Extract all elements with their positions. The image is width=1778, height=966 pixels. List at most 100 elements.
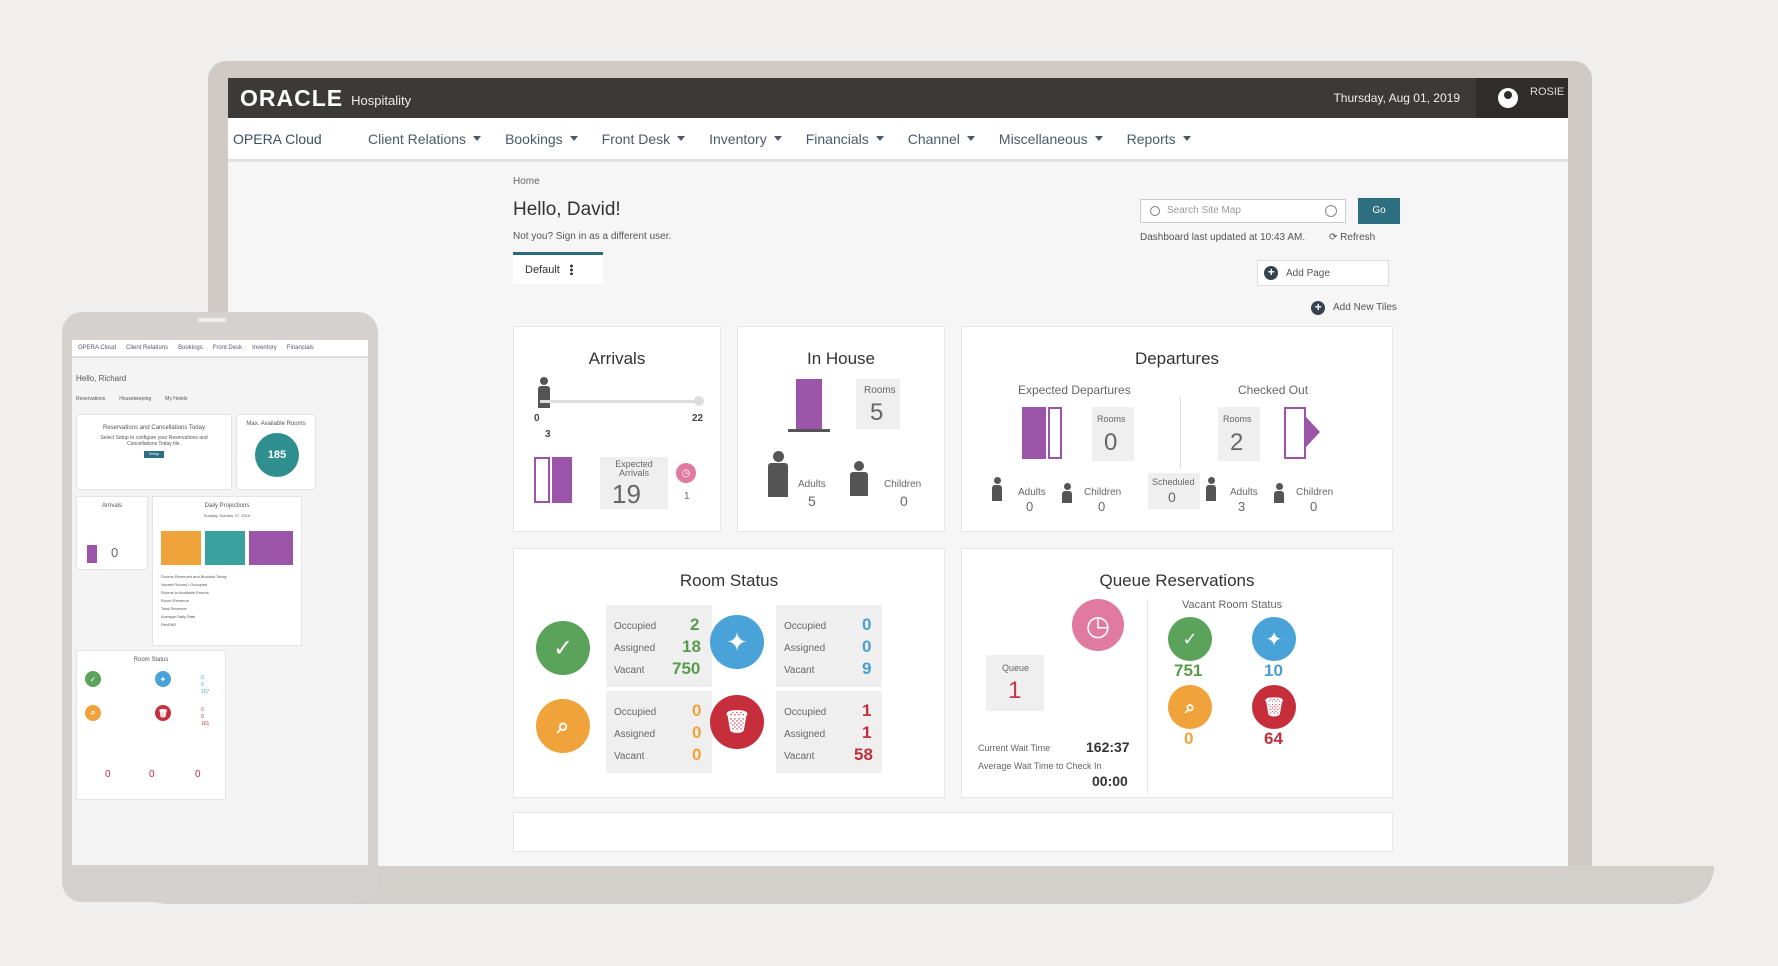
nav-front-desk[interactable]: Front Desk bbox=[602, 131, 686, 147]
arrivals-slider[interactable] bbox=[540, 400, 700, 403]
nav-brand[interactable]: OPERA Cloud bbox=[233, 131, 368, 147]
tablet-nav-item[interactable]: Front Desk bbox=[213, 345, 242, 351]
tablet-proj-bar bbox=[249, 531, 293, 565]
slider-handle[interactable] bbox=[694, 396, 704, 406]
dirty-assigned-value: 1 bbox=[862, 723, 872, 742]
add-page-label: Add Page bbox=[1286, 268, 1330, 279]
tablet-res-text: Select Setup to configure your Reservati… bbox=[100, 435, 208, 447]
clean-vacant-value: 750 bbox=[672, 659, 701, 678]
child-icon bbox=[1274, 483, 1284, 503]
tablet-proj-row: RevPAR bbox=[161, 622, 177, 627]
clear-icon[interactable] bbox=[1325, 205, 1337, 217]
door-icon bbox=[552, 457, 572, 503]
dirty-trash-icon: 🗑 bbox=[1252, 685, 1296, 729]
user-menu[interactable]: ROSIE bbox=[1476, 78, 1568, 118]
tablet-room-status-tile[interactable]: Room Status ✓ ✦ ⌕ 🗑 0 0 107 0 0 161 0 0 … bbox=[76, 650, 226, 800]
queue-value: 1 bbox=[1008, 677, 1022, 704]
room-status-tile[interactable]: Room Status ✓ Occupied Assigned Vacant 2… bbox=[513, 548, 945, 798]
expected-arrivals-value: 19 bbox=[612, 479, 641, 509]
tablet-nav-item[interactable]: Financials bbox=[287, 345, 314, 351]
tablet-arrivals-tile[interactable]: Arrivals 0 bbox=[76, 496, 148, 570]
pickup-vacant-value: 0 bbox=[692, 745, 702, 764]
departures-tile[interactable]: Departures Expected Departures Checked O… bbox=[961, 326, 1393, 532]
laptop-screen: ORACLE Hospitality Thursday, Aug 01, 201… bbox=[228, 78, 1568, 866]
checked-out-label: Checked Out bbox=[1238, 383, 1309, 397]
add-new-tiles-link[interactable]: + Add New Tiles bbox=[1311, 301, 1397, 315]
occupied-label: Occupied bbox=[784, 621, 827, 632]
inspected-vacant-value: 9 bbox=[862, 659, 872, 678]
clock-icon: ◷ bbox=[676, 463, 696, 483]
breadcrumb[interactable]: Home bbox=[513, 176, 1413, 187]
occupied-label: Occupied bbox=[614, 707, 657, 718]
tablet-res-title: Reservations and Cancellations Today bbox=[103, 425, 205, 431]
in-house-tile[interactable]: In House Rooms 5 Adults 5 Children 0 bbox=[737, 326, 945, 532]
tablet-room-val: 0 bbox=[201, 675, 204, 681]
tablet-room-val: 107 bbox=[201, 689, 210, 695]
rooms-label: Rooms bbox=[1223, 414, 1252, 424]
tablet-bottom-val: 0 bbox=[149, 769, 155, 780]
adults-value: 5 bbox=[808, 493, 816, 509]
tablet-setup-button[interactable]: Setup bbox=[144, 451, 164, 458]
divider bbox=[1147, 599, 1148, 794]
tablet-nav-item[interactable]: Bookings bbox=[178, 345, 203, 351]
clean-room-clipboard-icon: ✓ bbox=[536, 621, 590, 675]
tablet-max-rooms-tile[interactable]: Max. Available Rooms 185 bbox=[236, 414, 316, 490]
vacant-clean-value: 751 bbox=[1174, 661, 1203, 680]
door-icon bbox=[1022, 407, 1046, 459]
tablet-reservations-tile[interactable]: Reservations and Cancellations Today Sel… bbox=[76, 414, 232, 490]
nav-client-relations[interactable]: Client Relations bbox=[368, 131, 482, 147]
tablet-tab[interactable]: Reservations bbox=[76, 396, 105, 402]
tablet-tab[interactable]: Housekeeping bbox=[119, 396, 151, 402]
search-placeholder: Search Site Map bbox=[1167, 205, 1241, 216]
scheduled-label: Scheduled bbox=[1152, 477, 1195, 487]
nav-miscellaneous[interactable]: Miscellaneous bbox=[999, 131, 1103, 147]
vacant-inspected-value: 10 bbox=[1264, 661, 1283, 680]
nav-reports[interactable]: Reports bbox=[1127, 131, 1191, 147]
tablet-nav-item[interactable]: Inventory bbox=[252, 345, 277, 351]
tablet-nav: OPERA Cloud Client Relations Bookings Fr… bbox=[72, 340, 368, 358]
tablet-max-title: Max. Available Rooms bbox=[246, 421, 306, 427]
tablet-max-rooms-badge: 185 bbox=[255, 433, 299, 477]
vacant-room-status-label: Vacant Room Status bbox=[1182, 599, 1283, 611]
children-label: Children bbox=[1296, 487, 1334, 498]
vacant-label: Vacant bbox=[614, 665, 645, 676]
last-updated-text: Dashboard last updated at 10:43 AM. bbox=[1140, 232, 1306, 243]
dirty-trash-icon: 🗑 bbox=[155, 705, 171, 721]
tablet-max-value: 185 bbox=[267, 449, 287, 461]
tablet-room-title: Room Status bbox=[133, 657, 169, 663]
dirty-vacant-value: 58 bbox=[854, 745, 873, 764]
queue-reservations-tile[interactable]: Queue Reservations ◷ Queue 1 Current Wai… bbox=[961, 548, 1393, 798]
tablet-room-val: 0 bbox=[201, 714, 204, 720]
nav-channel[interactable]: Channel bbox=[908, 131, 975, 147]
slider-min: 0 bbox=[534, 413, 540, 424]
search-input[interactable]: Search Site Map bbox=[1140, 199, 1346, 223]
inspected-assigned-value: 0 bbox=[862, 637, 872, 656]
go-button[interactable]: Go bbox=[1358, 198, 1400, 224]
add-page-button[interactable]: + Add Page bbox=[1257, 260, 1389, 286]
assigned-label: Assigned bbox=[614, 729, 656, 740]
divider bbox=[1180, 397, 1181, 469]
door-arrival-icon bbox=[534, 457, 550, 503]
clean-room-clipboard-icon: ✓ bbox=[85, 671, 101, 687]
arrivals-tile[interactable]: Arrivals 0 22 3 Expected Arrivals 19 ◷ 1 bbox=[513, 326, 721, 532]
nav-label: Reports bbox=[1126, 130, 1176, 147]
tablet-nav-item[interactable]: Client Relations bbox=[126, 345, 168, 351]
tablet-tab[interactable]: My Hotels bbox=[165, 396, 187, 402]
child-icon bbox=[850, 461, 868, 496]
tablet-proj-rows: Rooms Reserved and Blocked Today Vacant … bbox=[161, 573, 227, 629]
tablet-proj-row: Rooms in Available Rooms bbox=[161, 590, 209, 595]
assigned-label: Assigned bbox=[614, 643, 656, 654]
refresh-link[interactable]: ⟳ Refresh bbox=[1329, 232, 1375, 243]
pickup-search-icon: ⌕ bbox=[536, 699, 590, 753]
in-house-title: In House bbox=[806, 349, 876, 368]
tab-label: Default bbox=[525, 263, 560, 276]
nav-bookings[interactable]: Bookings bbox=[505, 131, 578, 147]
tablet-proj-row: Average Daily Rate bbox=[161, 614, 196, 619]
nav-inventory[interactable]: Inventory bbox=[709, 131, 782, 147]
tablet-nav-brand[interactable]: OPERA Cloud bbox=[78, 345, 116, 351]
tablet-daily-projections-tile[interactable]: Daily Projections Sunday, October 27, 20… bbox=[152, 496, 302, 646]
kebab-menu-icon[interactable] bbox=[569, 264, 573, 275]
tab-default[interactable]: Default bbox=[513, 252, 603, 284]
nav-financials[interactable]: Financials bbox=[806, 131, 884, 147]
tablet-proj-row: Total Revenue bbox=[161, 606, 187, 611]
